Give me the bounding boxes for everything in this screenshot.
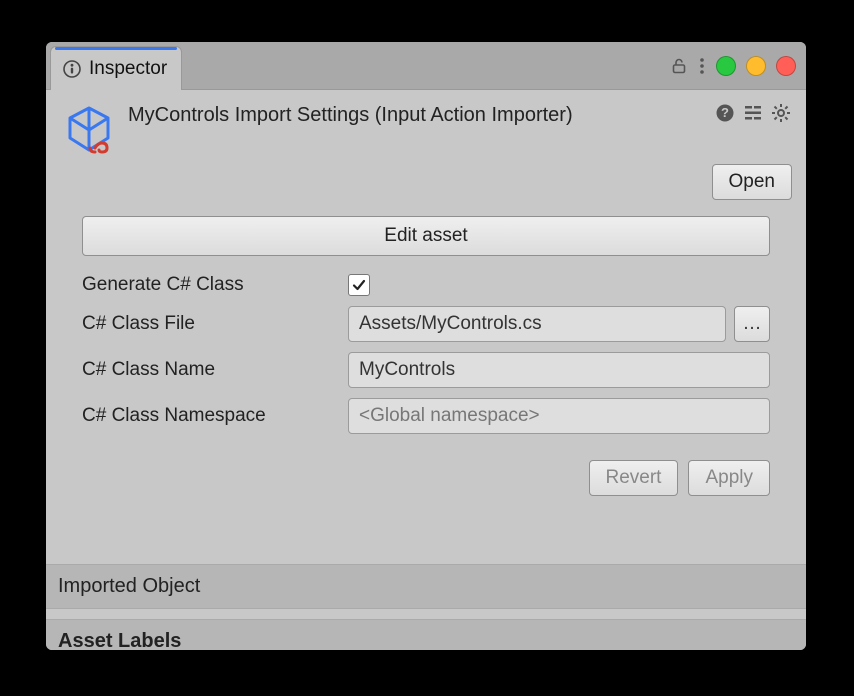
open-button[interactable]: Open xyxy=(712,164,792,200)
presets-icon[interactable] xyxy=(742,102,764,124)
class-name-label: C# Class Name xyxy=(82,359,338,381)
window-minimize-button[interactable] xyxy=(716,56,736,76)
asset-header: MyControls Import Settings (Input Action… xyxy=(46,90,806,160)
tab-strip: Inspector xyxy=(46,42,806,90)
content: MyControls Import Settings (Input Action… xyxy=(46,90,806,650)
kebab-menu-icon[interactable] xyxy=(698,56,706,76)
asset-title: MyControls Import Settings (Input Action… xyxy=(128,102,702,127)
lock-icon[interactable] xyxy=(670,57,688,75)
asset-labels-section[interactable]: Asset Labels xyxy=(46,619,806,650)
class-name-input[interactable] xyxy=(348,352,770,388)
help-icon[interactable]: ? xyxy=(714,102,736,124)
class-namespace-input[interactable] xyxy=(348,398,770,434)
imported-object-section: Imported Object xyxy=(46,564,806,609)
class-namespace-label: C# Class Namespace xyxy=(82,405,338,427)
wrapper-code-group: Generate C# Class C# Class File … C# Cla… xyxy=(46,274,806,434)
inspector-window: Inspector MyControls Im xyxy=(46,42,806,650)
tab-inspector[interactable]: Inspector xyxy=(50,46,182,90)
edit-asset-button[interactable]: Edit asset xyxy=(82,216,770,256)
revert-button[interactable]: Revert xyxy=(589,460,679,496)
tab-label: Inspector xyxy=(89,58,167,80)
apply-button[interactable]: Apply xyxy=(688,460,770,496)
gear-icon[interactable] xyxy=(770,102,792,124)
titlebar-controls xyxy=(670,42,796,90)
window-close-button[interactable] xyxy=(776,56,796,76)
generate-class-checkbox[interactable] xyxy=(348,274,370,296)
svg-text:?: ? xyxy=(721,105,729,120)
browse-file-button[interactable]: … xyxy=(734,306,770,342)
class-file-input[interactable] xyxy=(348,306,726,342)
info-icon xyxy=(63,60,81,78)
generate-class-label: Generate C# Class xyxy=(82,274,338,296)
window-maximize-button[interactable] xyxy=(746,56,766,76)
input-actions-asset-icon xyxy=(62,102,116,156)
class-file-label: C# Class File xyxy=(82,313,338,335)
